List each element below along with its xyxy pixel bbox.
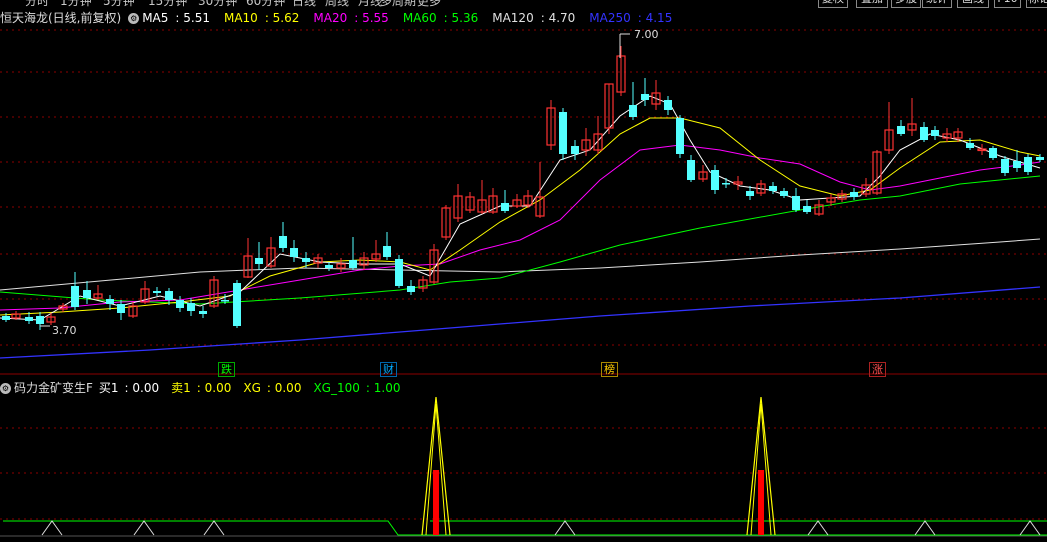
candle-body-down xyxy=(255,258,263,264)
buy-signal-bar xyxy=(433,470,439,535)
candle-body-down xyxy=(83,290,91,298)
candle-body-down xyxy=(501,203,509,211)
candle-body-down xyxy=(897,126,905,134)
event-marker-fall[interactable]: 跌 xyxy=(218,362,235,377)
ma5-legend: MA5: 5.51 xyxy=(142,11,210,25)
xg-legend: XG: 0.00 xyxy=(243,381,302,395)
price-labels: 7.00 3.70 xyxy=(40,28,659,337)
candle-body-down xyxy=(746,191,754,196)
candle-body-down xyxy=(850,192,858,197)
small-signal-peak xyxy=(914,520,936,536)
ma5-line xyxy=(0,95,1041,321)
signal-baseline xyxy=(3,520,1047,536)
candle-body-down xyxy=(1013,161,1021,168)
ma20-legend: MA20: 5.55 xyxy=(313,11,389,25)
candle-body-down xyxy=(349,260,357,268)
candle-body-down xyxy=(279,236,287,248)
indicator-title: 码力金矿变生F xyxy=(14,381,93,395)
grid-lines xyxy=(0,29,1047,520)
candle-body-down xyxy=(383,246,391,257)
candle-body-down xyxy=(407,286,415,292)
candle-body-down xyxy=(176,300,184,308)
candle-body-down xyxy=(559,112,567,154)
candle-body-down xyxy=(2,316,10,320)
indicator-settings-icon[interactable]: ⚙ xyxy=(0,383,11,394)
candle-body-down xyxy=(1036,157,1044,160)
buy-signal-bar xyxy=(758,470,764,535)
small-signal-peak xyxy=(133,520,155,536)
main-chart-header: 恒天海龙(日线,前复权) ⚙ MA5: 5.51 MA10: 5.62 MA20: 5.… xyxy=(0,9,686,25)
ma250-line xyxy=(0,286,1041,359)
stock-title: 恒天海龙(日线,前复权) xyxy=(0,11,122,25)
candle-body-down xyxy=(629,105,637,117)
small-signal-peak xyxy=(807,520,829,536)
candle-body-down xyxy=(931,130,939,136)
candle-body-down xyxy=(664,100,672,110)
ma250-legend: MA250: 4.15 xyxy=(589,11,673,25)
candle-body-down xyxy=(395,259,403,286)
event-marker-rank[interactable]: 榜 xyxy=(601,362,618,377)
candle-body-down xyxy=(325,265,333,268)
high-price-label: 7.00 xyxy=(634,28,659,41)
candle-body-down xyxy=(966,143,974,148)
candle-body-down xyxy=(187,303,195,311)
candle-body-down xyxy=(571,146,579,154)
candle-body-down xyxy=(199,311,207,314)
candle-body-down xyxy=(676,118,684,154)
small-signal-peak xyxy=(554,520,576,536)
candle-body-down xyxy=(25,317,33,321)
candle-body-down xyxy=(233,283,241,326)
ma120-line xyxy=(0,238,1041,291)
candle-body-down xyxy=(36,316,44,324)
small-signal-peak xyxy=(1019,520,1041,536)
candle-body-down xyxy=(153,291,161,293)
buy1-legend: 买1: 0.00 xyxy=(98,381,160,395)
candle-body-down xyxy=(687,160,695,180)
event-marker-finance[interactable]: 财 xyxy=(380,362,397,377)
event-marker-rise[interactable]: 涨 xyxy=(869,362,886,377)
candle-body-down xyxy=(165,291,173,300)
candle-body-down xyxy=(106,299,114,304)
candle-body-down xyxy=(722,183,730,185)
ma20-line xyxy=(0,144,1041,311)
candle-body-down xyxy=(302,258,310,262)
ma120-legend: MA120: 4.70 xyxy=(492,11,576,25)
candle-body-down xyxy=(920,127,928,140)
candle-body-down xyxy=(221,300,229,302)
indicator-plot xyxy=(3,396,1047,536)
settings-icon[interactable]: ⚙ xyxy=(128,13,140,24)
candle-body-down xyxy=(117,304,125,313)
candle-body-down xyxy=(711,170,719,190)
small-signal-peak xyxy=(203,520,225,536)
xg100-legend: XG_100: 1.00 xyxy=(313,381,401,395)
candle-body-down xyxy=(803,206,811,212)
candle-body-down xyxy=(290,248,298,257)
candle-body-down xyxy=(71,286,79,307)
ma60-legend: MA60: 5.36 xyxy=(402,11,479,25)
ma10-line xyxy=(0,117,1041,316)
small-signal-peak xyxy=(41,520,63,536)
candle-body-down xyxy=(1024,157,1032,172)
candle-body-down xyxy=(769,186,777,191)
moving-average-lines xyxy=(0,95,1041,359)
sell1-legend: 卖1: 0.00 xyxy=(171,381,232,395)
chart-canvas[interactable]: 7.00 3.70 xyxy=(0,0,1047,542)
ma10-legend: MA10: 5.62 xyxy=(223,11,300,25)
low-price-label: 3.70 xyxy=(52,324,77,337)
indicator-panel-header: ⚙ 码力金矿变生F 买1: 0.00 卖1: 0.00 XG: 0.00 XG_100: … xyxy=(0,379,412,395)
candle-body-down xyxy=(989,148,997,158)
candle-body-down xyxy=(792,196,800,210)
candle-body-down xyxy=(641,94,649,100)
candle-body-down xyxy=(780,191,788,196)
candle-body-down xyxy=(1001,159,1009,173)
